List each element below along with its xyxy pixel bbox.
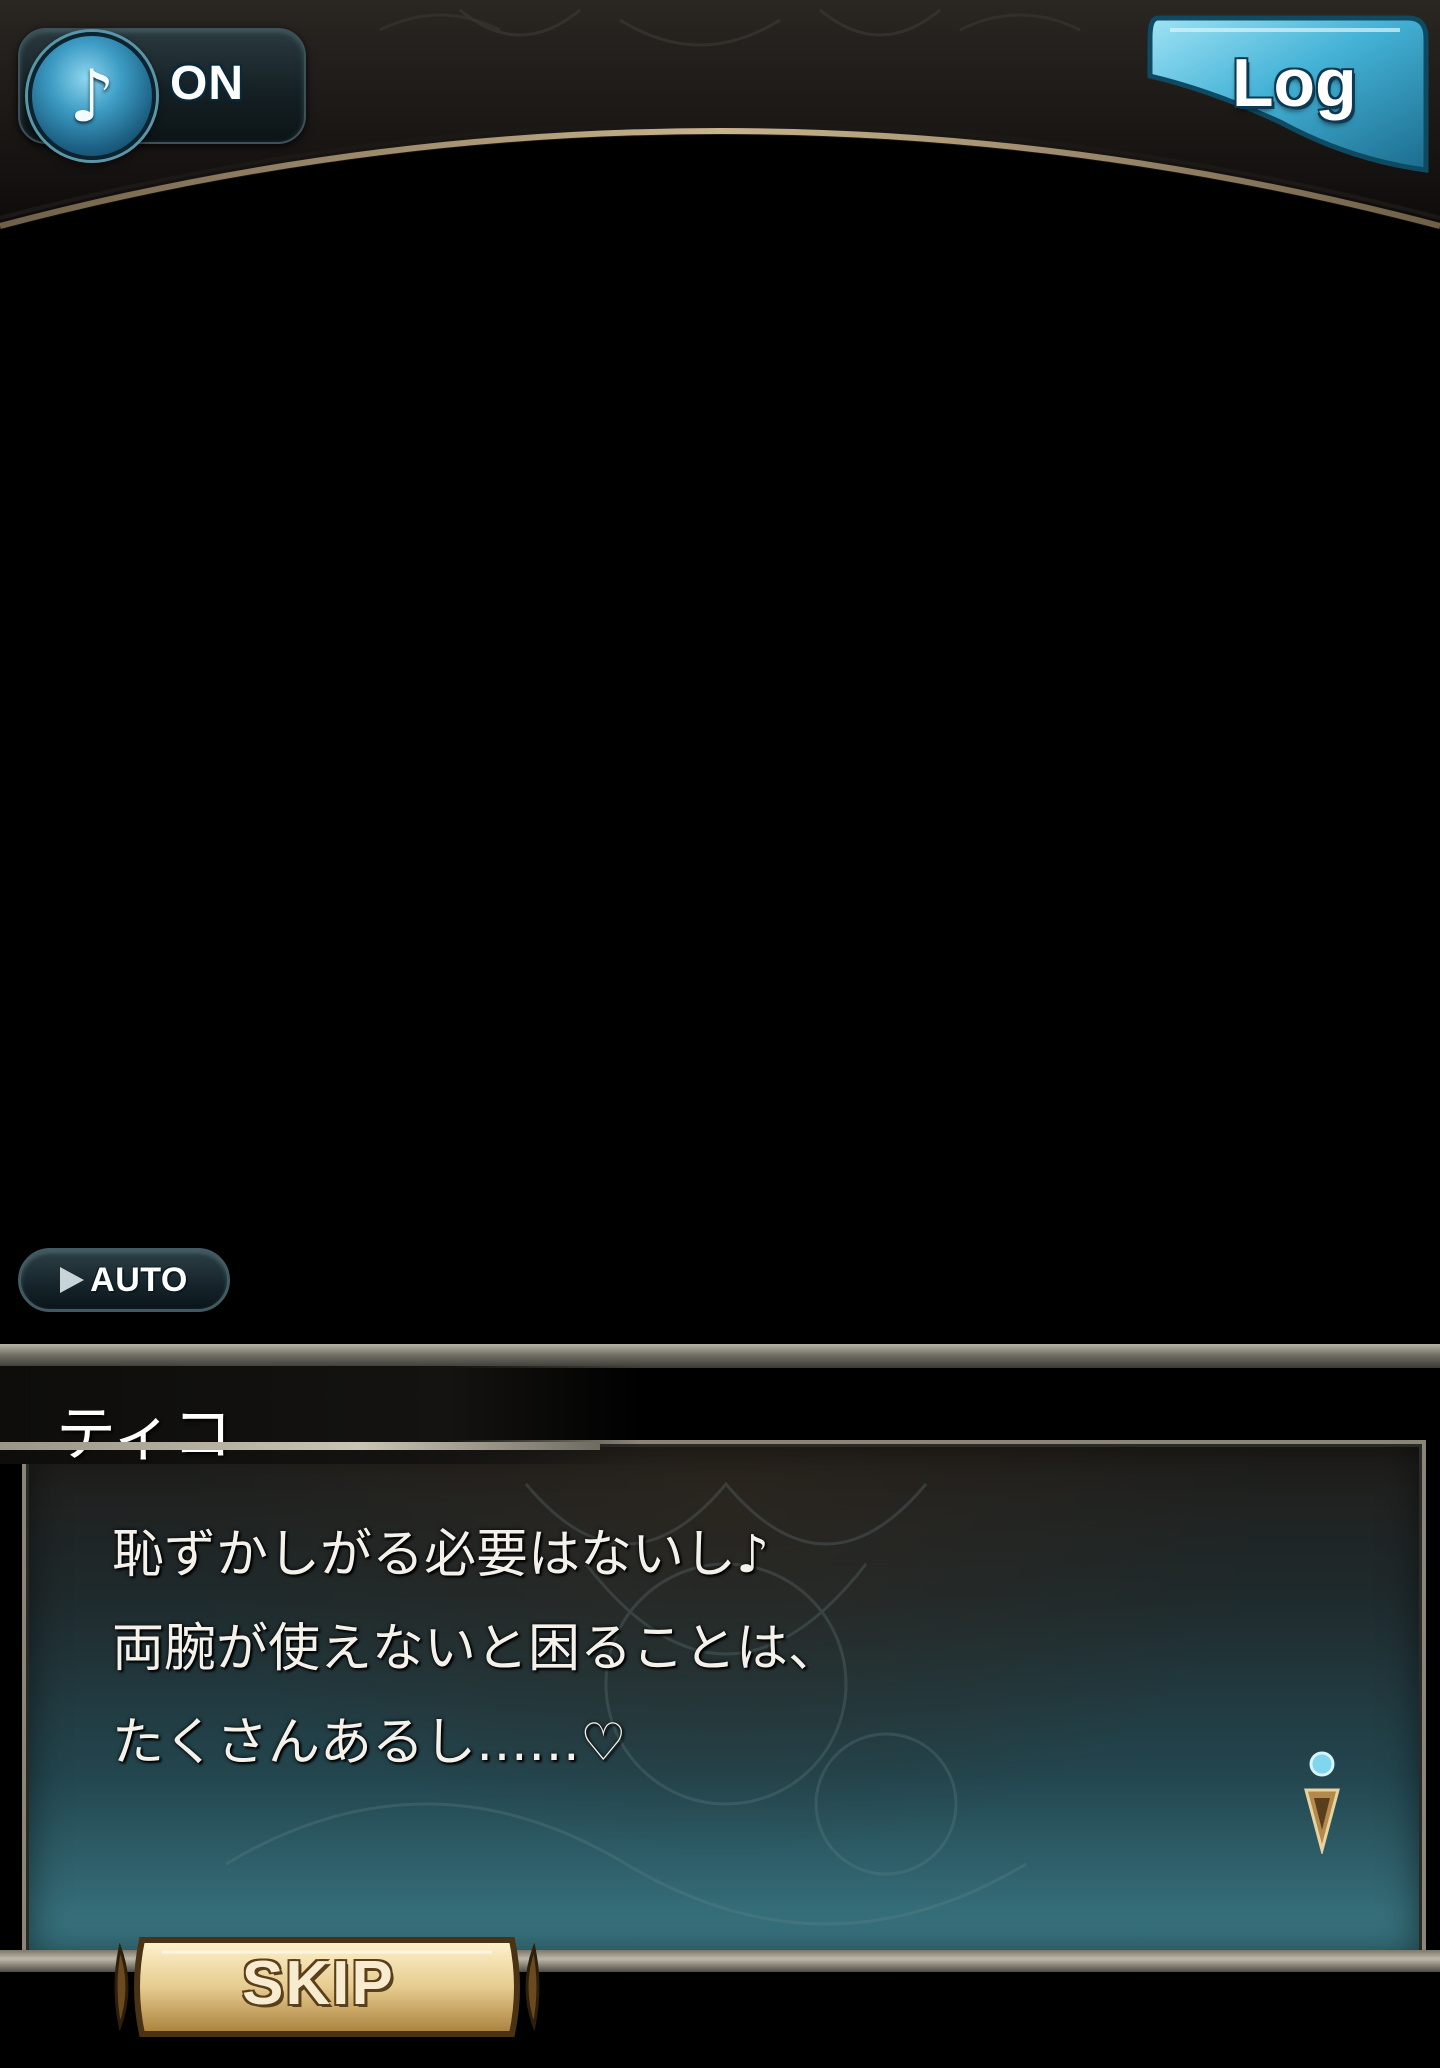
top-frame: ♪ ON Log [0,0,1440,240]
log-button[interactable]: Log [1140,10,1432,182]
play-triangle-icon [60,1267,85,1293]
music-note-icon: ♪ [28,32,156,160]
music-note-glyph: ♪ [69,54,115,138]
log-label: Log [1232,45,1357,121]
skip-label: SKIP [242,1949,395,2018]
next-page-gem-icon [1304,1751,1340,1854]
auto-button[interactable]: AUTO [18,1248,230,1312]
dialogue-line: 両腕が使えないと困ることは、 [112,1619,841,1679]
bgm-state-label: ON [170,57,244,110]
auto-label: AUTO [90,1260,188,1299]
dialogue-line: 恥ずかしがる必要はないし♪ [112,1525,770,1585]
skip-button[interactable]: SKIP [112,1918,542,2056]
name-plate-rail [0,1442,600,1450]
dialogue-line: たくさんあるし……♡ [112,1713,627,1773]
dialogue-text: 恥ずかしがる必要はないし♪ 両腕が使えないと困ることは、 たくさんあるし……♡ [112,1508,1212,1790]
dialogue-top-rail [0,1344,1440,1368]
bgm-toggle-button[interactable]: ♪ ON [12,16,306,172]
speaker-name: ティコ [56,1400,233,1470]
